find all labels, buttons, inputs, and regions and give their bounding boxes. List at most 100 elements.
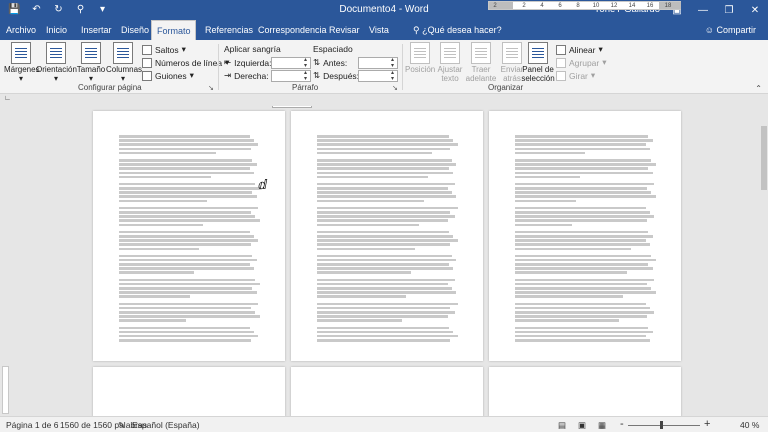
indent-heading: Aplicar sangría (224, 43, 281, 54)
text-line (515, 215, 655, 218)
dialog-launcher-icon[interactable]: ↘ (392, 84, 398, 92)
line-numbers-button[interactable]: Números de línea ▾ (142, 56, 229, 69)
text-line (317, 247, 415, 251)
tab-diseno[interactable]: Diseño (116, 20, 154, 40)
read-mode-icon[interactable]: ▤ (558, 420, 566, 431)
text-line (119, 339, 252, 342)
text-line (317, 302, 458, 306)
text-line (119, 167, 250, 170)
text-line (515, 278, 655, 282)
breaks-button[interactable]: Saltos ▾ (142, 43, 186, 56)
text-line (119, 319, 186, 322)
indent-right-spinner[interactable] (271, 70, 311, 82)
tab-archivo[interactable]: Archivo (1, 20, 41, 40)
margins-label: Márgenes (4, 65, 40, 74)
zoom-slider-thumb[interactable] (660, 421, 663, 429)
group-label-organizar: Organizar (488, 83, 524, 92)
tab-referencias[interactable]: Referencias (200, 20, 258, 40)
text-line (119, 206, 259, 210)
size-label: Tamaño (76, 65, 106, 74)
language[interactable]: Español (España) (132, 420, 200, 430)
indent-left-spinner[interactable] (271, 57, 311, 69)
text-line (119, 315, 260, 318)
text-line (515, 291, 656, 294)
web-layout-icon[interactable]: ▦ (598, 420, 606, 431)
spacing-before-spinner[interactable] (358, 57, 398, 69)
selection-pane-button[interactable]: Panel de selección (519, 42, 557, 83)
horizontal-ruler[interactable]: 2 2 4 6 8 10 12 14 16 18 (488, 1, 681, 10)
text-line (317, 158, 452, 162)
orientation-button[interactable]: Orientación ▾ (36, 42, 77, 83)
group-button[interactable]: Agrupar ▾ (556, 56, 607, 69)
tab-correspondencia[interactable]: Correspondencia (253, 20, 332, 40)
hyphenation-label: Guiones (155, 70, 187, 81)
page-3[interactable] (489, 111, 681, 361)
text-line (317, 334, 458, 338)
group-divider (218, 44, 219, 90)
wrap-text-button[interactable]: Ajustar texto (435, 42, 465, 83)
page-6[interactable] (489, 367, 681, 417)
tab-revisar[interactable]: Revisar (324, 20, 365, 40)
text-line (515, 195, 656, 199)
zoom-in-button[interactable]: + (704, 418, 710, 430)
page-4[interactable] (93, 367, 285, 417)
tab-vista[interactable]: Vista (364, 20, 394, 40)
tab-insertar[interactable]: Insertar (76, 20, 117, 40)
text-line (317, 243, 451, 246)
text-line (317, 187, 448, 190)
margins-button[interactable]: Márgenes ▾ (4, 42, 40, 83)
rotate-label: Girar (569, 70, 588, 81)
page-5[interactable] (291, 367, 483, 417)
page-text (119, 135, 261, 343)
restore-icon[interactable]: ❐ (716, 0, 742, 20)
minimize-icon[interactable]: — (690, 0, 716, 20)
text-line (515, 243, 650, 246)
vertical-ruler[interactable] (2, 366, 9, 414)
text-line (317, 199, 424, 203)
tab-selector-icon[interactable]: ∟ (3, 95, 12, 104)
page-count[interactable]: Página 1 de 6 (6, 420, 58, 430)
text-line (119, 271, 195, 275)
spacing-after-spinner[interactable] (358, 70, 398, 82)
text-line (119, 334, 259, 338)
columns-button[interactable]: Columnas ▾ (106, 42, 142, 83)
collapse-ribbon-icon[interactable]: ⌃ (755, 84, 762, 93)
text-line (515, 310, 655, 314)
text-line (515, 239, 646, 242)
rotate-button[interactable]: Girar ▾ (556, 69, 595, 82)
text-line (317, 139, 454, 142)
text-line (119, 234, 254, 238)
text-line (317, 330, 454, 334)
position-button[interactable]: Posición (405, 42, 435, 74)
page-2[interactable] (291, 111, 483, 361)
scrollbar-thumb[interactable] (761, 126, 767, 190)
text-line (317, 315, 448, 318)
ruler-tick: 14 (628, 3, 636, 9)
text-line (515, 334, 646, 338)
share-button[interactable]: ☺ Compartir (705, 20, 756, 40)
zoom-level[interactable]: 40 % (740, 420, 759, 430)
text-line (515, 135, 649, 138)
page-1[interactable] (93, 111, 285, 361)
hyphenation-button[interactable]: Guiones ▾ (142, 69, 194, 82)
text-line (317, 339, 451, 342)
tab-formato[interactable]: Formato (151, 20, 196, 40)
zoom-slider[interactable] (628, 425, 700, 426)
proofing-icon[interactable]: ✎ (118, 420, 125, 431)
vertical-scrollbar[interactable] (760, 106, 768, 416)
indent-left-row: ⇤ Izquierda: (224, 56, 271, 69)
zoom-out-button[interactable]: - (620, 418, 624, 430)
bring-forward-button[interactable]: Traer adelante (465, 42, 497, 83)
text-line (317, 206, 458, 210)
size-button[interactable]: Tamaño ▾ (76, 42, 106, 83)
tab-inicio[interactable]: Inicio (41, 20, 72, 40)
chevron-down-icon: ▾ (53, 74, 58, 83)
dialog-launcher-icon[interactable]: ↘ (208, 84, 214, 92)
print-layout-icon[interactable]: ▣ (578, 420, 586, 431)
text-line (119, 282, 260, 286)
wrap-text-label: Ajustar texto (437, 65, 463, 83)
align-button[interactable]: Alinear ▾ (556, 43, 603, 56)
tell-me-box[interactable]: ⚲ ¿Qué desea hacer? (413, 20, 502, 40)
close-icon[interactable]: ✕ (742, 0, 768, 20)
ruler-tick: 2 (522, 3, 526, 9)
